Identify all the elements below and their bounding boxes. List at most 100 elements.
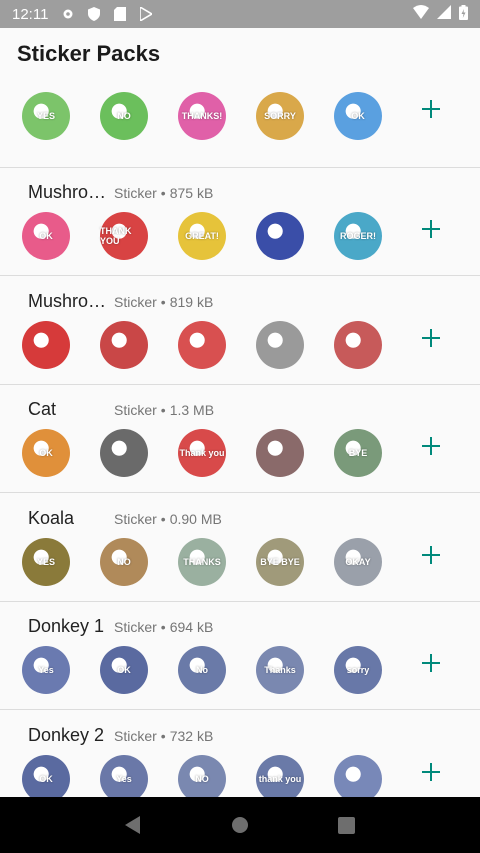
home-icon[interactable]: [220, 805, 260, 845]
sticker-thumbnail: [256, 321, 304, 369]
sticker-thumbnail: [256, 212, 304, 260]
sticker-thumbnail: NO: [100, 92, 148, 140]
sticker-pack-row[interactable]: Mushro… Sticker • 875 kB OK THANK YOU GREAT! RO…: [0, 168, 480, 276]
plus-icon: [422, 329, 440, 347]
sticker-label: THANKS: [183, 557, 221, 567]
sticker-thumbnail: THANKS: [178, 538, 226, 586]
add-to-whatsapp-button[interactable]: [418, 433, 444, 459]
pack-publisher: Sticker: [114, 294, 157, 310]
sticker-label: YES: [36, 557, 55, 567]
signal-icon: [437, 5, 451, 23]
sticker-thumbnail: BYE: [334, 429, 382, 477]
sticker-thumbnail: [22, 321, 70, 369]
add-to-whatsapp-button[interactable]: [418, 325, 444, 351]
meta-separator: •: [160, 728, 166, 744]
back-icon[interactable]: [113, 805, 153, 845]
sticker-thumbnail: YES: [22, 538, 70, 586]
sticker-thumbnail: OKAY: [334, 538, 382, 586]
sticker-label: OK: [117, 665, 131, 675]
add-to-whatsapp-button[interactable]: [418, 216, 444, 242]
shield-icon: [86, 6, 102, 22]
page-title: Sticker Packs: [17, 41, 161, 66]
settings-gear-icon: [60, 6, 76, 22]
pack-name: Mushro…: [28, 182, 107, 202]
sticker-label: NO: [195, 774, 209, 784]
sticker-preview-row: [22, 321, 382, 369]
meta-separator: •: [160, 402, 166, 418]
pack-meta: Sticker • 732 kB: [114, 728, 213, 744]
sticker-label: THANK YOU: [100, 226, 132, 246]
sticker-thumbnail: THANKS!: [178, 92, 226, 140]
pack-size: 694 kB: [169, 619, 214, 635]
pack-header: Donkey 1 Sticker • 694 kB: [28, 616, 213, 636]
wifi-icon: [413, 5, 429, 23]
pack-publisher: Sticker: [114, 511, 157, 527]
sticker-label: Thank you: [179, 448, 225, 458]
sticker-preview-row: YES NO THANKS! SORRY OK: [22, 92, 382, 140]
sticker-label: SORRY: [264, 111, 296, 121]
sticker-label: sorry: [346, 665, 370, 675]
sticker-thumbnail: YES: [22, 92, 70, 140]
sticker-thumbnail: thank you: [256, 755, 304, 797]
pack-size: 0.90 MB: [169, 511, 222, 527]
sticker-label: thank you: [258, 774, 302, 784]
meta-separator: •: [160, 619, 166, 635]
sticker-thumbnail: [334, 755, 382, 797]
sticker-pack-row[interactable]: Koala Sticker • 0.90 MB YES NO THANKS BYE BYE OK…: [0, 494, 480, 602]
pack-meta: Sticker • 1.3 MB: [114, 402, 214, 418]
sticker-label: BYE BYE: [260, 557, 300, 567]
pack-meta: Sticker • 694 kB: [114, 619, 213, 635]
pack-name: Koala: [28, 508, 75, 528]
sticker-pack-row[interactable]: Mushro… Sticker • 819 kB: [0, 277, 480, 385]
sticker-thumbnail: Yes: [100, 755, 148, 797]
sticker-preview-row: OK Thank you BYE: [22, 429, 382, 477]
sticker-thumbnail: ROGER!: [334, 212, 382, 260]
sticker-label: NO: [117, 111, 131, 121]
sticker-thumbnail: [100, 321, 148, 369]
pack-size: 875 kB: [169, 185, 214, 201]
add-to-whatsapp-button[interactable]: [418, 650, 444, 676]
pack-publisher: Sticker: [114, 402, 157, 418]
pack-publisher: Sticker: [114, 619, 157, 635]
plus-icon: [422, 546, 440, 564]
plus-icon: [422, 763, 440, 781]
sticker-preview-row: OK THANK YOU GREAT! ROGER!: [22, 212, 382, 260]
sticker-label: ROGER!: [340, 231, 376, 241]
pack-size: 1.3 MB: [169, 402, 215, 418]
add-to-whatsapp-button[interactable]: [418, 96, 444, 122]
status-time: 12:11: [12, 5, 49, 23]
sticker-pack-row[interactable]: Donkey 1 Sticker • 694 kB Yes OK No Thanks sorry: [0, 602, 480, 710]
pack-header: Mushro… Sticker • 819 kB: [28, 291, 213, 311]
sticker-pack-row[interactable]: Cat Sticker • 1.3 MB OK Thank you BYE: [0, 385, 480, 493]
pack-size: 732 kB: [169, 728, 214, 744]
sticker-label: No: [196, 665, 208, 675]
sticker-thumbnail: sorry: [334, 646, 382, 694]
add-to-whatsapp-button[interactable]: [418, 759, 444, 785]
plus-icon: [422, 437, 440, 455]
plus-icon: [422, 654, 440, 672]
navigation-bar: [0, 797, 480, 853]
sticker-pack-row[interactable]: Donkey 2 Sticker • 732 kB OK Yes NO thank you: [0, 711, 480, 797]
sticker-thumbnail: No: [178, 646, 226, 694]
sticker-pack-row[interactable]: YES NO THANKS! SORRY OK: [0, 80, 480, 168]
sticker-thumbnail: SORRY: [256, 92, 304, 140]
sticker-thumbnail: OK: [22, 212, 70, 260]
sticker-thumbnail: [256, 429, 304, 477]
sticker-label: OK: [39, 774, 53, 784]
meta-separator: •: [160, 294, 166, 310]
sticker-thumbnail: GREAT!: [178, 212, 226, 260]
sticker-label: Thanks: [264, 665, 296, 675]
battery-icon: [459, 4, 468, 24]
sticker-preview-row: Yes OK No Thanks sorry: [22, 646, 382, 694]
sticker-preview-row: YES NO THANKS BYE BYE OKAY: [22, 538, 382, 586]
sticker-label: THANKS!: [181, 111, 223, 121]
sticker-thumbnail: NO: [100, 538, 148, 586]
pack-publisher: Sticker: [114, 185, 157, 201]
plus-icon: [422, 220, 440, 238]
pack-meta: Sticker • 819 kB: [114, 294, 213, 310]
sticker-label: YES: [36, 111, 55, 121]
recents-icon[interactable]: [327, 805, 367, 845]
sticker-thumbnail: Thanks: [256, 646, 304, 694]
add-to-whatsapp-button[interactable]: [418, 542, 444, 568]
pack-meta: Sticker • 0.90 MB: [114, 511, 222, 527]
